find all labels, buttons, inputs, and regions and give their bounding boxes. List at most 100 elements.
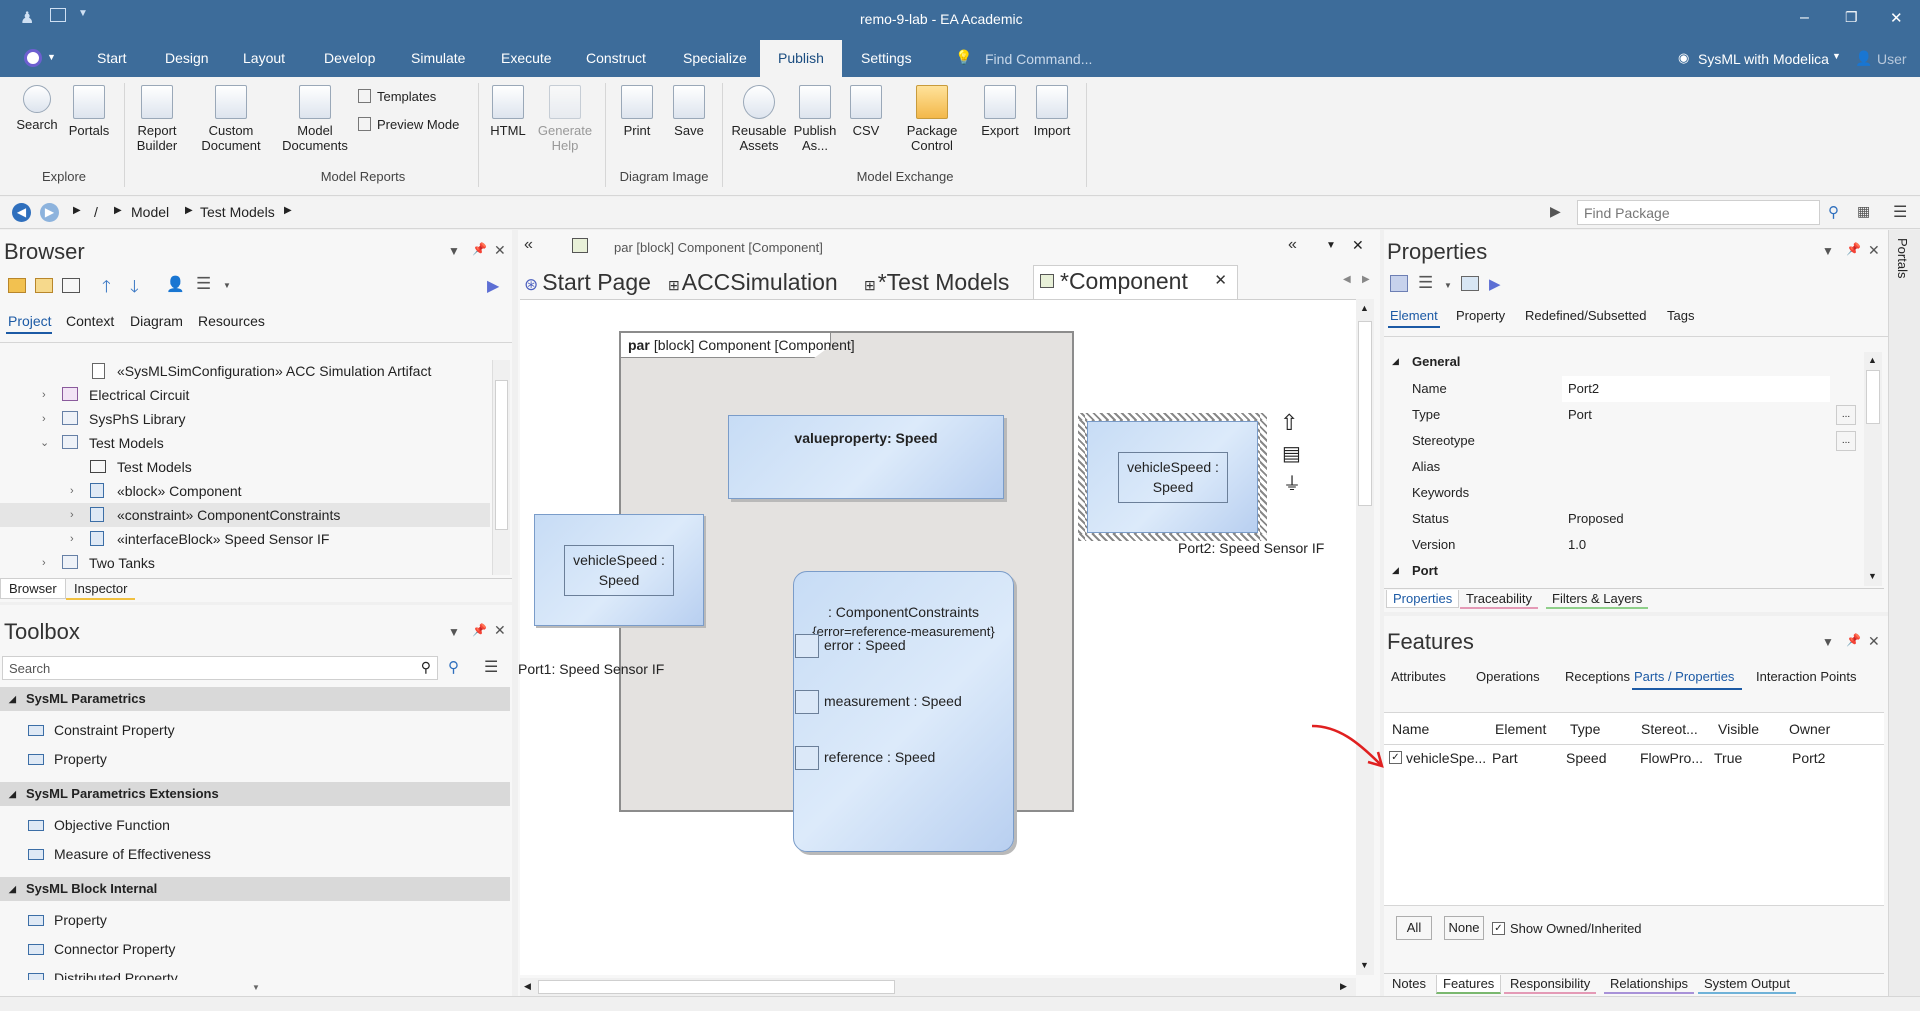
expand-chevron-icon[interactable]: ›: [70, 479, 74, 503]
tab-parts-properties[interactable]: Parts / Properties: [1634, 669, 1734, 684]
pin-element-icon[interactable]: ⏚: [1283, 470, 1301, 496]
tab-relationships[interactable]: Relationships: [1604, 975, 1695, 994]
panel-dropdown-icon[interactable]: ▼: [448, 625, 460, 639]
preview-mode-button[interactable]: Preview Mode: [358, 117, 459, 132]
new-diagram-icon[interactable]: [62, 278, 80, 293]
find-package-input[interactable]: Find Package: [1577, 200, 1820, 225]
save-icon[interactable]: [1390, 275, 1408, 292]
portals-button[interactable]: Portals: [62, 85, 116, 138]
prop-value[interactable]: Port: [1562, 402, 1592, 428]
expand-chevron-icon[interactable]: ›: [70, 503, 74, 527]
port1-part[interactable]: vehicleSpeed : Speed: [564, 545, 674, 596]
scroll-down-icon[interactable]: ▼: [1360, 960, 1369, 970]
maximize-button[interactable]: ❐: [1845, 9, 1858, 26]
report-builder-button[interactable]: Report Builder: [128, 85, 186, 153]
tab-test-models[interactable]: ⊞*Test Models: [864, 267, 1009, 297]
menu-layout[interactable]: Layout: [243, 40, 285, 77]
crumb-arrow-icon[interactable]: ▶: [284, 205, 292, 216]
breadcrumb-test-models[interactable]: Test Models: [200, 204, 275, 220]
col-type[interactable]: Type: [1570, 721, 1600, 737]
show-owned-checkbox[interactable]: ✓: [1492, 922, 1505, 935]
tab-acc-simulation[interactable]: ⊞ACCSimulation: [668, 267, 838, 297]
tab-element[interactable]: Element: [1390, 308, 1438, 323]
panel-dropdown-icon[interactable]: ▼: [1822, 244, 1834, 258]
tree-item[interactable]: › Two Tanks: [0, 551, 490, 575]
prop-row-stereotype[interactable]: Stereotype...: [1410, 428, 1856, 454]
menu-construct[interactable]: Construct: [586, 40, 646, 77]
section-port[interactable]: Port: [1412, 563, 1438, 578]
tree-scrollbar[interactable]: [492, 360, 510, 575]
menu-dropdown-icon[interactable]: ▼: [223, 281, 231, 290]
toolbox-item-constraint-property[interactable]: Constraint Property: [28, 718, 175, 742]
templates-button[interactable]: Templates: [358, 89, 436, 104]
close-diagram-icon[interactable]: ✕: [1352, 237, 1364, 254]
close-panel-icon[interactable]: ✕: [494, 622, 506, 639]
find-toolbox-icon[interactable]: ⚲: [448, 658, 459, 676]
tree-item[interactable]: › SysPhS Library: [0, 407, 490, 431]
port1-box[interactable]: vehicleSpeed : Speed: [534, 514, 704, 626]
tree-item[interactable]: › Electrical Circuit: [0, 383, 490, 407]
tab-operations[interactable]: Operations: [1476, 669, 1540, 684]
tab-notes[interactable]: Notes: [1386, 975, 1432, 992]
close-panel-icon[interactable]: ✕: [1868, 242, 1880, 259]
package-control-button[interactable]: Package Control: [896, 85, 968, 153]
show-owned-label[interactable]: Show Owned/Inherited: [1510, 921, 1642, 936]
hamburger-menu-icon[interactable]: ☰: [1893, 202, 1907, 222]
scroll-thumb[interactable]: [1866, 370, 1880, 424]
menu-start[interactable]: Start: [97, 40, 127, 77]
port2-part[interactable]: vehicleSpeed : Speed: [1118, 452, 1228, 503]
toolbox-item-objective-function[interactable]: Objective Function: [28, 813, 170, 837]
tree-item[interactable]: Test Models: [0, 455, 490, 479]
perspective-dropdown-icon[interactable]: ▼: [1832, 51, 1841, 61]
print-button[interactable]: Print: [612, 85, 662, 138]
expand-chevron-icon[interactable]: ›: [42, 551, 46, 575]
tab-attributes[interactable]: Attributes: [1391, 669, 1446, 684]
find-command-input[interactable]: Find Command...: [985, 51, 1092, 67]
scroll-down-icon[interactable]: ▼: [252, 983, 260, 992]
pin-icon[interactable]: 📌: [1846, 242, 1861, 256]
expand-chevron-icon[interactable]: ›: [42, 383, 46, 407]
tab-diagram[interactable]: Diagram: [130, 313, 183, 329]
new-folder-icon[interactable]: [35, 278, 53, 293]
search-button[interactable]: Search: [10, 85, 64, 132]
scroll-up-icon[interactable]: ▲: [1868, 355, 1877, 365]
toolbox-section-header[interactable]: ◢ SysML Block Internal: [0, 877, 510, 901]
menu-execute[interactable]: Execute: [501, 40, 552, 77]
prop-value[interactable]: Port2: [1562, 376, 1830, 402]
tab-resources[interactable]: Resources: [198, 313, 265, 329]
minimize-button[interactable]: –: [1800, 9, 1809, 27]
toolbox-item-connector-property[interactable]: Connector Property: [28, 937, 175, 961]
menu-develop[interactable]: Develop: [324, 40, 375, 77]
collapse-icon[interactable]: ◢: [1392, 565, 1399, 576]
prop-row-keywords[interactable]: Keywords: [1410, 480, 1850, 506]
col-visible[interactable]: Visible: [1718, 721, 1759, 737]
portals-side-tab[interactable]: Portals: [1888, 230, 1920, 996]
generate-help-button[interactable]: Generate Help: [534, 85, 596, 153]
tab-filters-layers[interactable]: Filters & Layers: [1546, 590, 1649, 609]
menu-icon[interactable]: ☰: [1418, 273, 1433, 293]
new-package-icon[interactable]: [8, 278, 26, 293]
csv-button[interactable]: CSV: [842, 85, 890, 138]
back-icon[interactable]: ◀: [12, 203, 31, 222]
grid-icon[interactable]: ▦: [1857, 203, 1870, 220]
prop-value[interactable]: 1.0: [1562, 532, 1586, 558]
prop-row-type[interactable]: Type Port...: [1410, 402, 1856, 428]
diagram-canvas[interactable]: par [block] Component [Component] valuep…: [518, 299, 1356, 975]
diagram-dropdown-icon[interactable]: ▼: [1326, 240, 1336, 251]
user-lock-icon[interactable]: 👤: [166, 275, 185, 293]
constraint-property-box[interactable]: : ComponentConstraints {error=reference-…: [793, 571, 1014, 852]
ellipsis-button[interactable]: ...: [1836, 405, 1856, 425]
properties-list-icon[interactable]: ▤: [1282, 441, 1301, 466]
tab-context[interactable]: Context: [66, 313, 114, 329]
collapse-chevron-icon[interactable]: ⌄: [40, 431, 49, 455]
close-panel-icon[interactable]: ✕: [494, 242, 506, 259]
html-button[interactable]: HTML: [484, 85, 532, 138]
tab-properties[interactable]: Properties: [1386, 590, 1460, 608]
toolbox-section-header[interactable]: ◢ SysML Parametrics: [0, 687, 510, 711]
crumb-arrow-icon[interactable]: ▶: [114, 205, 122, 216]
toolbox-section-header[interactable]: ◢ SysML Parametrics Extensions: [0, 782, 510, 806]
image-icon[interactable]: [1461, 276, 1479, 291]
pin-icon[interactable]: 📌: [472, 242, 487, 256]
ellipsis-button[interactable]: ...: [1836, 431, 1856, 451]
breadcrumb-root[interactable]: /: [94, 204, 98, 220]
